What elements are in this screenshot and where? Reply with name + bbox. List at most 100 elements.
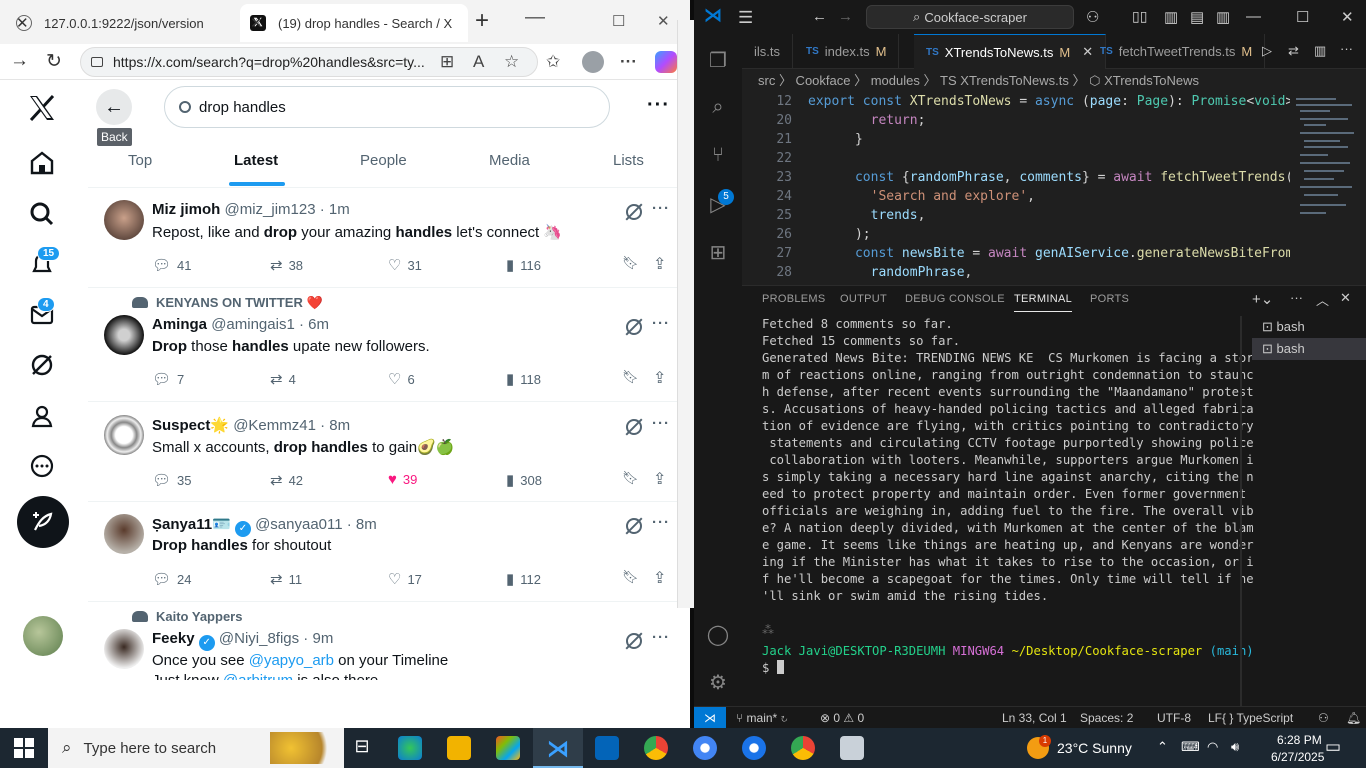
account-avatar[interactable] <box>23 616 63 656</box>
views-button[interactable]: ▮ 118 <box>506 370 541 388</box>
display-name[interactable]: Suspect🌟 <box>152 417 229 434</box>
bookmark-icon[interactable]: 🔖︎ <box>622 255 639 271</box>
minimap[interactable] <box>1290 92 1366 282</box>
account-icon[interactable]: ◯ <box>706 622 730 646</box>
share-icon[interactable]: ⇪ <box>653 254 666 274</box>
display-name[interactable]: Feeky <box>152 630 195 647</box>
post-button[interactable] <box>17 496 69 548</box>
tweet[interactable]: Ṣanya11🪪 ✓ @sanyaa011 · 8m ··· Drop hand… <box>88 502 690 602</box>
display-name[interactable]: Aminga <box>152 316 207 333</box>
editor-tab[interactable]: TS index.ts M <box>794 34 900 69</box>
search-input[interactable]: drop handles <box>164 86 610 128</box>
layout-icon[interactable]: ▯▯ <box>1132 8 1147 25</box>
views-button[interactable]: ▮ 308 <box>506 471 542 489</box>
store-icon[interactable] <box>496 736 520 760</box>
outlook-icon[interactable] <box>595 736 619 760</box>
split-editor-icon[interactable]: ▥ <box>1314 43 1326 59</box>
panel-tab-output[interactable]: OUTPUT <box>840 293 887 305</box>
close-window-icon[interactable]: ✕ <box>1341 8 1354 26</box>
editor-tab[interactable]: ils.ts <box>742 34 793 69</box>
maximize-icon[interactable]: ☐ <box>1296 8 1309 26</box>
browser-tab-json[interactable]: 127.0.0.1:9222/json/version ✕ <box>6 4 238 42</box>
more-icon[interactable]: ··· <box>652 629 670 646</box>
display-name[interactable]: Ṣanya11🪪 <box>152 516 231 533</box>
volume-icon[interactable]: 🔊︎ <box>1231 739 1239 755</box>
toggle-sidebar-icon[interactable]: ▥ <box>1164 8 1178 26</box>
browser-tab-x-search[interactable]: 𝕏 (19) drop handles - Search / X ✕ <box>240 4 468 42</box>
copilot-status-icon[interactable]: ⚇ <box>1318 711 1329 725</box>
like-button-liked[interactable]: ♥ 39 <box>388 471 417 488</box>
avatar[interactable] <box>104 200 144 240</box>
terminal-output[interactable]: Fetched 8 comments so far. Fetched 15 com… <box>762 316 1254 706</box>
notifications-center-icon[interactable]: ▭ <box>1325 737 1341 757</box>
maximize-icon[interactable]: ☐ <box>612 12 625 30</box>
reply-button[interactable]: 💬︎ 7 <box>152 370 184 388</box>
chrome-icon[interactable] <box>644 736 668 760</box>
tweet[interactable]: Kaito Yappers Feeky ✓ @Niyi_8figs · 9m ·… <box>88 602 690 680</box>
more-icon[interactable]: ··· <box>652 514 670 531</box>
eol[interactable]: LF <box>1208 711 1222 725</box>
copilot-icon[interactable]: ⚇ <box>1086 8 1099 26</box>
terminal-item-selected[interactable]: ⊡ bash <box>1252 338 1366 360</box>
grok-icon[interactable] <box>22 345 62 385</box>
more-icon[interactable]: ··· <box>1290 290 1303 305</box>
edge-icon[interactable] <box>398 736 422 760</box>
tweet[interactable]: Suspect🌟 @Kemmz41 · 8m ··· Small x accou… <box>88 402 690 502</box>
avatar[interactable] <box>104 315 144 355</box>
settings-gear-icon[interactable]: ⚙ <box>706 670 730 694</box>
bookmark-icon[interactable]: 🔖︎ <box>622 569 639 585</box>
mention-link[interactable]: @yapyo_arb <box>249 652 334 669</box>
terminal-scrollbar[interactable] <box>1240 316 1242 706</box>
minimize-icon[interactable]: — <box>525 6 545 29</box>
repost-button[interactable]: ⇄ 11 <box>270 570 302 588</box>
grok-icon[interactable] <box>626 319 642 335</box>
more-icon[interactable]: ··· <box>652 415 670 432</box>
clock-time[interactable]: 6:28 PM <box>1277 733 1322 747</box>
tab-people[interactable]: People <box>360 152 407 169</box>
avatar[interactable] <box>104 415 144 455</box>
views-button[interactable]: ▮ 112 <box>506 570 541 588</box>
branch-indicator[interactable]: ⑂ main* ↻ <box>736 711 788 725</box>
mention-link[interactable]: @arbitrum <box>223 672 293 680</box>
explore-icon[interactable] <box>22 194 62 234</box>
panel-tab-problems[interactable]: PROBLEMS <box>762 293 826 305</box>
chrome-profile-icon[interactable] <box>693 736 717 760</box>
weather-text[interactable]: 23°C Sunny <box>1057 740 1132 756</box>
tab-top[interactable]: Top <box>128 152 152 169</box>
run-debug-icon[interactable]: ▷ <box>706 192 730 216</box>
share-icon[interactable]: ⇪ <box>653 469 666 489</box>
like-button[interactable]: ♡ 6 <box>388 370 415 388</box>
forward-icon[interactable]: → <box>838 8 853 25</box>
more-icon[interactable]: ··· <box>652 315 670 332</box>
close-panel-icon[interactable]: ✕ <box>1340 290 1351 306</box>
read-aloud-icon[interactable]: A <box>473 52 484 72</box>
menu-icon[interactable]: ☰ <box>738 8 753 28</box>
reply-button[interactable]: 💬︎ 24 <box>152 570 192 588</box>
forward-icon[interactable]: → <box>10 50 29 72</box>
bookmark-icon[interactable]: 🔖︎ <box>622 470 639 486</box>
grok-icon[interactable] <box>626 204 642 220</box>
problems-indicator[interactable]: ⊗ 0 ⚠ 0 <box>820 711 864 725</box>
search-icon[interactable]: ⌕ <box>706 96 730 120</box>
chrome-beta-icon[interactable] <box>791 736 815 760</box>
language-mode[interactable]: { } TypeScript <box>1222 711 1293 725</box>
app-icon[interactable] <box>840 736 864 760</box>
share-icon[interactable]: ⇪ <box>653 568 666 588</box>
taskbar-search[interactable]: ⌕ Type here to search <box>48 728 344 768</box>
explorer-icon[interactable]: ❐ <box>706 48 730 72</box>
vscode-icon[interactable]: ⋊ <box>546 736 570 761</box>
tab-media[interactable]: Media <box>489 152 530 169</box>
new-terminal-icon[interactable]: +⌄ <box>1252 290 1273 308</box>
more-icon[interactable]: ··· <box>652 200 670 217</box>
like-button[interactable]: ♡ 17 <box>388 570 422 588</box>
extensions-icon[interactable]: ⊞ <box>706 240 730 264</box>
cursor-position[interactable]: Ln 33, Col 1 <box>1002 711 1067 725</box>
tab-latest[interactable]: Latest <box>234 152 278 169</box>
reply-button[interactable]: 💬︎ 41 <box>152 256 192 274</box>
command-center[interactable]: ⌕ Cookface-scraper <box>866 5 1074 29</box>
more-icon[interactable]: ··· <box>1340 41 1353 56</box>
toggle-panel-icon[interactable]: ▤ <box>1190 8 1204 26</box>
more-circle-icon[interactable] <box>22 446 62 486</box>
grok-icon[interactable] <box>626 633 642 649</box>
grok-icon[interactable] <box>626 518 642 534</box>
